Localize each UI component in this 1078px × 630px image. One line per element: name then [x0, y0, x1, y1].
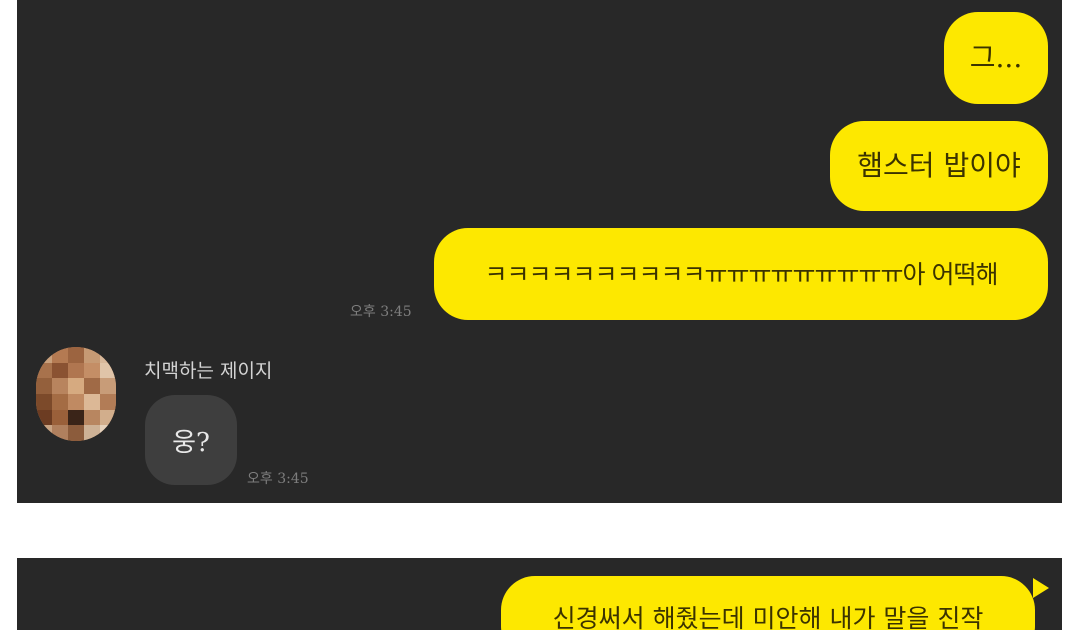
avatar[interactable] [36, 347, 116, 441]
message-timestamp: 오후 3:45 [247, 471, 309, 487]
message-timestamp: 오후 3:45 [350, 304, 412, 320]
bubble-tail [1033, 578, 1049, 598]
outgoing-message-bubble[interactable]: 햄스터 밥이야 [830, 121, 1048, 211]
message-text: 웅? [172, 427, 210, 458]
outgoing-message-bubble[interactable]: ㅋㅋㅋㅋㅋㅋㅋㅋㅋㅋㅠㅠㅠㅠㅠㅠㅠㅠㅠ아 어떡해 [434, 228, 1048, 320]
chat-screenshot-bottom: 신경써서 해줬는데 미안해 내가 말을 진작 [17, 558, 1062, 630]
message-text: ㅋㅋㅋㅋㅋㅋㅋㅋㅋㅋㅠㅠㅠㅠㅠㅠㅠㅠㅠ아 어떡해 [484, 259, 999, 289]
outgoing-message-bubble[interactable]: 신경써서 해줬는데 미안해 내가 말을 진작 [501, 576, 1035, 630]
incoming-message-bubble[interactable]: 웅? [145, 395, 237, 485]
message-text: 신경써서 해줬는데 미안해 내가 말을 진작 [552, 603, 984, 630]
message-text: 그... [969, 41, 1023, 74]
sender-name: 치맥하는 제이지 [144, 360, 273, 382]
chat-screenshot-top: 그... 햄스터 밥이야 ㅋㅋㅋㅋㅋㅋㅋㅋㅋㅋㅠㅠㅠㅠㅠㅠㅠㅠㅠ아 어떡해 오후… [17, 0, 1062, 503]
outgoing-message-bubble[interactable]: 그... [944, 12, 1048, 104]
message-text: 햄스터 밥이야 [857, 149, 1021, 182]
